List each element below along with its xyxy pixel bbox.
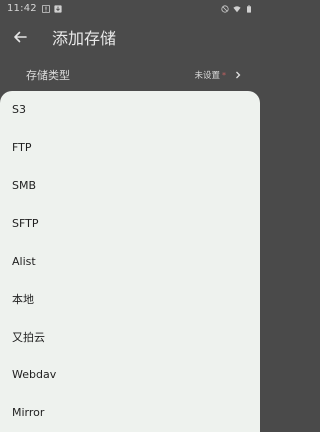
option-webdav[interactable]: Webdav	[0, 356, 260, 394]
status-time: 11:42	[7, 3, 37, 14]
top-app-bar: 添加存储	[0, 17, 260, 57]
storage-type-value: 未设置	[194, 71, 220, 81]
storage-type-row[interactable]: 存储类型 未设置 *	[12, 64, 246, 86]
status-bar: 11:42	[0, 0, 260, 17]
storage-type-label: 存储类型	[26, 69, 70, 82]
arrow-back-icon	[14, 31, 27, 43]
download-icon	[54, 4, 62, 13]
option-ftp[interactable]: FTP	[0, 129, 260, 167]
option-local[interactable]: 本地	[0, 280, 260, 318]
option-alist[interactable]: Alist	[0, 242, 260, 280]
chevron-right-icon	[236, 71, 241, 79]
wifi-icon	[233, 5, 241, 12]
back-button[interactable]	[0, 17, 40, 57]
required-mark: *	[222, 70, 226, 80]
do-not-disturb-icon	[221, 4, 229, 13]
option-s3[interactable]: S3	[0, 91, 260, 129]
option-upyun[interactable]: 又拍云	[0, 318, 260, 356]
page-title: 添加存储	[52, 29, 117, 48]
option-mirror[interactable]: Mirror	[0, 393, 260, 431]
option-smb[interactable]: SMB	[0, 167, 260, 205]
option-sftp[interactable]: SFTP	[0, 204, 260, 242]
storage-type-bottom-sheet: S3 FTP SMB SFTP Alist 本地 又拍云 Webdav Mirr…	[0, 91, 260, 432]
battery-icon	[247, 4, 251, 13]
screen: 11:42 添加存储 存储类型 未设置 * S3 FTP SMB SFTP Al…	[0, 0, 260, 432]
alert-icon	[41, 4, 50, 13]
